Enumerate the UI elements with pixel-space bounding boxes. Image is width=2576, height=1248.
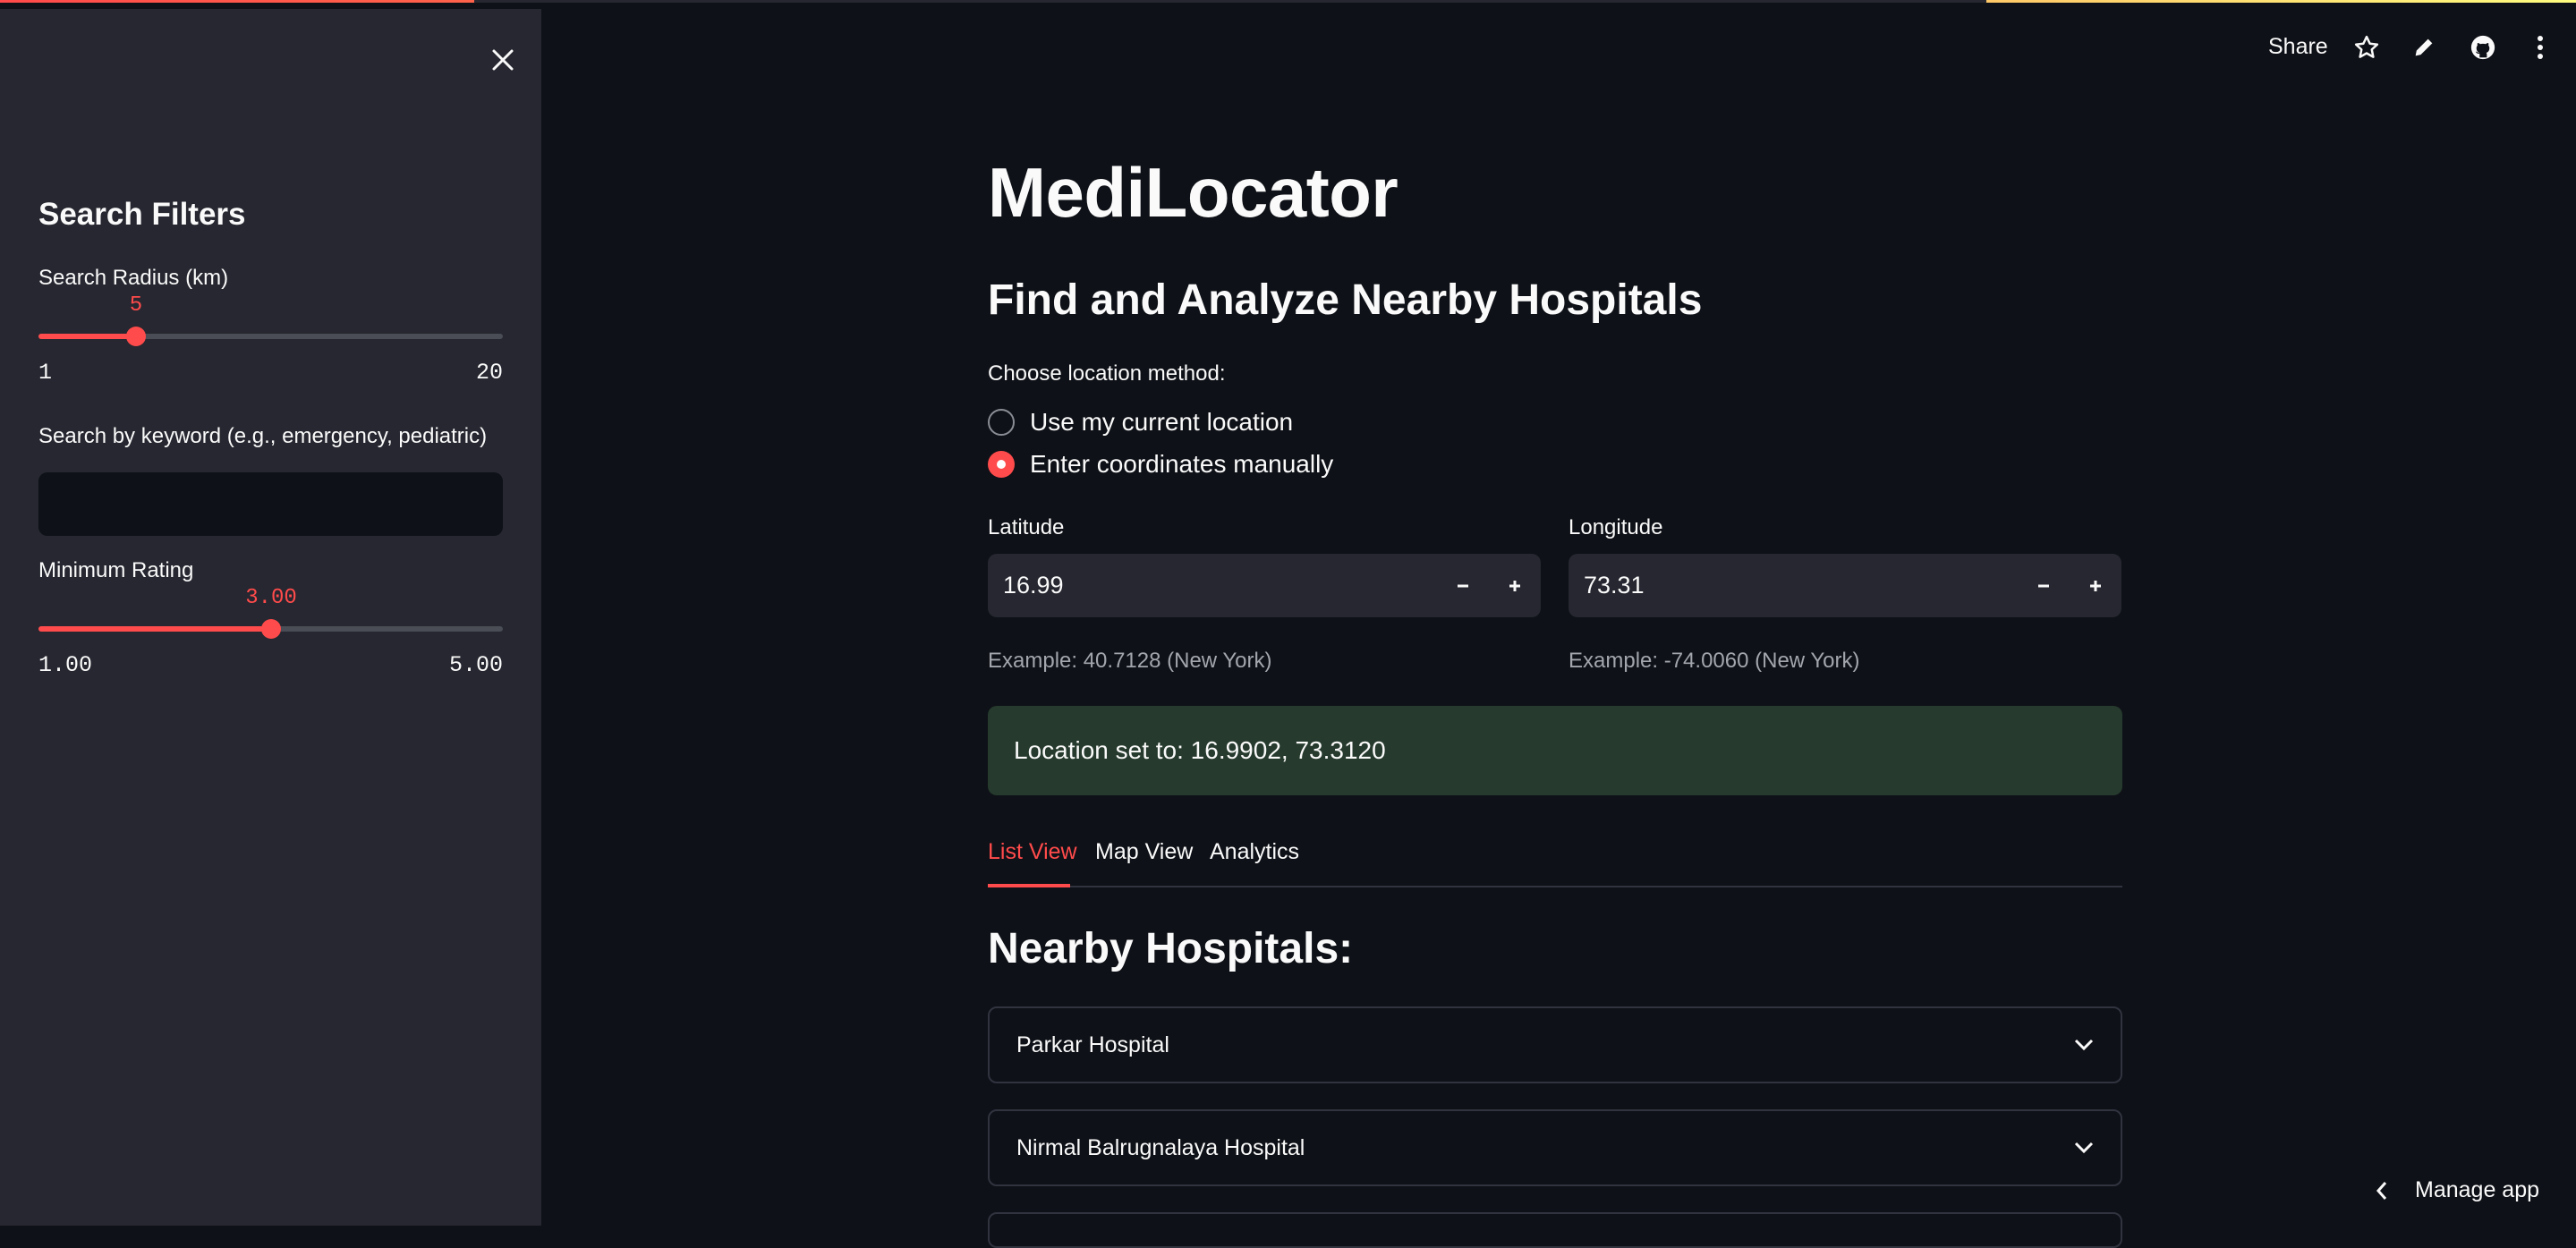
page-subtitle: Find and Analyze Nearby Hospitals	[988, 276, 1703, 324]
radius-slider-value: 5	[129, 293, 143, 318]
plus-icon	[2090, 580, 2101, 591]
rating-min: 1.00	[38, 652, 93, 678]
chevron-down-icon	[2074, 1039, 2094, 1051]
tab-list-view[interactable]: List View	[988, 839, 1077, 865]
rating-slider-fill	[38, 626, 271, 632]
hospitals-heading: Nearby Hospitals:	[988, 925, 1354, 972]
longitude-decrement-button[interactable]	[2018, 554, 2070, 617]
latitude-field: 16.99	[988, 554, 1541, 617]
radio-current-location[interactable]: Use my current location	[988, 408, 1293, 437]
hospital-name: Parkar Hospital	[1016, 1032, 1169, 1057]
active-tab-indicator	[988, 884, 1070, 887]
top-strip	[474, 0, 1986, 3]
tab-analytics[interactable]: Analytics	[1210, 839, 1299, 865]
latitude-input[interactable]: 16.99	[988, 572, 1437, 599]
radio-circle-checked	[988, 451, 1015, 478]
manage-app-button[interactable]: Manage app	[2376, 1177, 2539, 1203]
sidebar: Search Filters Search Radius (km) 5 1 20…	[0, 9, 541, 1226]
pencil-icon	[2415, 38, 2433, 56]
keyword-label: Search by keyword (e.g., emergency, pedi…	[38, 424, 488, 448]
star-icon	[2354, 35, 2379, 58]
sidebar-title: Search Filters	[38, 197, 246, 232]
radius-label: Search Radius (km)	[38, 266, 229, 290]
chevron-down-icon	[2074, 1142, 2094, 1154]
minus-icon	[2038, 584, 2049, 587]
latitude-help: Example: 40.7128 (New York)	[988, 649, 1272, 673]
radius-max: 20	[475, 360, 503, 386]
view-tabs: List View Map View Analytics	[988, 832, 2122, 887]
radio-circle-unchecked	[988, 409, 1015, 436]
minus-icon	[1458, 584, 1468, 587]
radio-current-location-label: Use my current location	[1030, 408, 1294, 436]
more-vertical-icon	[2538, 36, 2543, 59]
plus-icon	[1509, 580, 1520, 591]
radius-slider-fill	[38, 334, 136, 339]
rating-range: 1.00 5.00	[38, 652, 503, 678]
radius-range: 1 20	[38, 360, 503, 386]
close-sidebar-button[interactable]	[484, 41, 522, 79]
rating-slider-thumb[interactable]	[261, 619, 281, 639]
radius-slider-thumb[interactable]	[126, 327, 146, 346]
close-icon	[492, 49, 514, 71]
longitude-field: 73.31	[1569, 554, 2121, 617]
edit-button[interactable]	[2409, 32, 2439, 63]
github-icon	[2470, 35, 2495, 60]
manage-app-label: Manage app	[2415, 1177, 2540, 1202]
location-method-label: Choose location method:	[988, 361, 1226, 386]
radius-min: 1	[38, 360, 53, 386]
longitude-label: Longitude	[1569, 515, 1663, 539]
rating-slider-value: 3.00	[245, 586, 297, 610]
chevron-left-icon	[2376, 1181, 2387, 1200]
radio-manual-coordinates[interactable]: Enter coordinates manually	[988, 450, 1333, 479]
page-title: MediLocator	[988, 153, 1399, 232]
rating-slider[interactable]: 3.00	[38, 586, 503, 640]
hospital-name: Nirmal Balrugnalaya Hospital	[1016, 1134, 1305, 1160]
rating-label: Minimum Rating	[38, 558, 194, 582]
longitude-input[interactable]: 73.31	[1569, 572, 2018, 599]
keyword-input[interactable]	[38, 472, 503, 536]
tab-map-view[interactable]: Map View	[1095, 839, 1193, 865]
hospital-expander[interactable]: Parkar Hospital	[988, 1006, 2122, 1083]
hospital-expander[interactable]: Nirmal Balrugnalaya Hospital	[988, 1109, 2122, 1186]
rating-max: 5.00	[448, 652, 503, 678]
latitude-increment-button[interactable]	[1489, 554, 1541, 617]
github-button[interactable]	[2468, 32, 2498, 63]
longitude-help: Example: -74.0060 (New York)	[1569, 649, 1860, 673]
star-button[interactable]	[2351, 32, 2382, 63]
location-status-alert: Location set to: 16.9902, 73.3120	[988, 706, 2122, 795]
latitude-decrement-button[interactable]	[1437, 554, 1489, 617]
hospital-expander-partial[interactable]	[988, 1212, 2122, 1248]
radio-manual-coordinates-label: Enter coordinates manually	[1030, 450, 1334, 478]
share-button[interactable]: Share	[2268, 34, 2328, 60]
main-menu-button[interactable]	[2525, 32, 2555, 63]
latitude-label: Latitude	[988, 515, 1065, 539]
longitude-increment-button[interactable]	[2070, 554, 2121, 617]
radius-slider[interactable]: 5	[38, 293, 503, 347]
